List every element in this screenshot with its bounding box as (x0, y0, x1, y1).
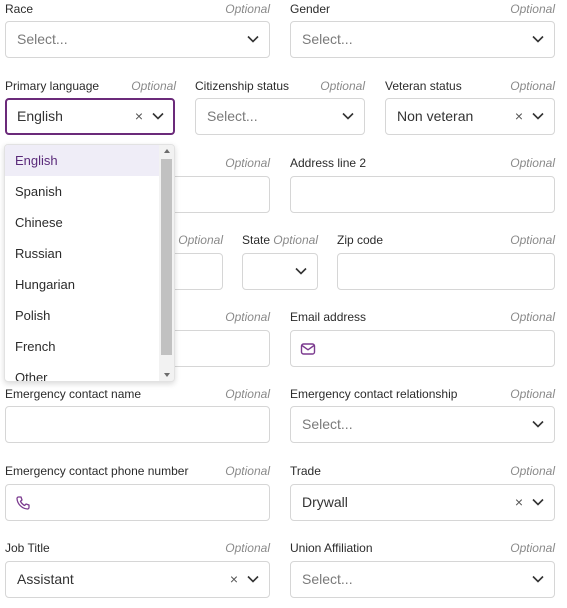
address2-label: Address line 2 (290, 156, 367, 170)
citizenship-select[interactable]: Select... (195, 98, 365, 135)
primary-language-value: English (17, 108, 63, 124)
gender-label: Gender (290, 2, 331, 16)
language-option[interactable]: Other (5, 362, 160, 381)
phone-icon (16, 496, 30, 510)
chevron-down-icon (532, 35, 544, 43)
trade-optional: Optional (510, 464, 555, 478)
email-input[interactable] (290, 330, 555, 367)
race-placeholder: Select... (17, 31, 68, 47)
em-name-optional: Optional (225, 387, 270, 401)
em-name-input[interactable] (5, 406, 270, 443)
job-title-optional: Optional (225, 541, 270, 555)
em-rel-optional: Optional (510, 387, 555, 401)
race-select[interactable]: Select... (5, 21, 270, 58)
citizenship-optional: Optional (320, 79, 365, 93)
job-title-label: Job Title (5, 541, 50, 555)
trade-value: Drywall (302, 494, 348, 510)
citizenship-placeholder: Select... (207, 108, 258, 124)
race-optional: Optional (225, 2, 270, 16)
chevron-down-icon (342, 112, 354, 120)
clear-icon[interactable]: × (230, 562, 238, 597)
chevron-down-icon[interactable] (152, 112, 164, 120)
chevron-down-icon (532, 498, 544, 506)
language-option[interactable]: Hungarian (5, 269, 160, 300)
em-rel-select[interactable]: Select... (290, 406, 555, 443)
trade-select[interactable]: Drywall × (290, 484, 555, 521)
veteran-select[interactable]: Non veteran × (385, 98, 555, 135)
state-optional: Optional (273, 233, 318, 247)
gender-optional: Optional (510, 2, 555, 16)
scrollbar-thumb[interactable] (161, 159, 172, 355)
chevron-down-icon (247, 575, 259, 583)
primary-language-optional: Optional (131, 79, 176, 93)
chevron-down-icon (532, 575, 544, 583)
job-title-value: Assistant (17, 571, 74, 587)
language-option[interactable]: English (5, 145, 160, 176)
email-optional: Optional (510, 310, 555, 324)
union-placeholder: Select... (302, 571, 353, 587)
race-label: Race (5, 2, 34, 16)
citizenship-label: Citizenship status (195, 79, 290, 93)
dropdown-scrollbar[interactable] (159, 145, 174, 381)
state-select[interactable] (242, 253, 318, 290)
em-phone-optional: Optional (225, 464, 270, 478)
language-option[interactable]: Polish (5, 300, 160, 331)
union-label: Union Affiliation (290, 541, 373, 555)
em-rel-label: Emergency contact relationship (290, 387, 458, 401)
language-option[interactable]: Russian (5, 238, 160, 269)
clear-icon[interactable]: × (515, 99, 523, 134)
chevron-down-icon (247, 35, 259, 43)
phone-optional: Optional (225, 310, 270, 324)
gender-select[interactable]: Select... (290, 21, 555, 58)
scroll-up-arrow-icon[interactable] (164, 149, 170, 153)
state-label: State (242, 233, 271, 247)
chevron-down-icon (295, 267, 307, 275)
email-label: Email address (290, 310, 367, 324)
language-option[interactable]: Chinese (5, 207, 160, 238)
chevron-down-icon (532, 420, 544, 428)
job-title-select[interactable]: Assistant × (5, 561, 270, 598)
clear-icon[interactable]: × (135, 100, 143, 133)
city-optional: Optional (178, 233, 223, 247)
envelope-icon (300, 343, 316, 355)
em-rel-placeholder: Select... (302, 416, 353, 432)
zip-label: Zip code (337, 233, 384, 247)
trade-label: Trade (290, 464, 321, 478)
language-dropdown-menu[interactable]: English Spanish Chinese Russian Hungaria… (4, 144, 175, 382)
address2-optional: Optional (510, 156, 555, 170)
em-phone-label: Emergency contact phone number (5, 464, 189, 478)
chevron-down-icon (532, 112, 544, 120)
address2-input[interactable] (290, 176, 555, 213)
primary-language-label: Primary language (5, 79, 100, 93)
clear-icon[interactable]: × (515, 485, 523, 520)
union-optional: Optional (510, 541, 555, 555)
scroll-down-arrow-icon[interactable] (164, 373, 170, 377)
union-select[interactable]: Select... (290, 561, 555, 598)
primary-language-select[interactable]: English × (5, 98, 175, 135)
veteran-optional: Optional (510, 79, 555, 93)
veteran-value: Non veteran (397, 108, 474, 124)
em-name-label: Emergency contact name (5, 387, 142, 401)
language-option[interactable]: Spanish (5, 176, 160, 207)
address1-optional: Optional (225, 156, 270, 170)
zip-optional: Optional (510, 233, 555, 247)
em-phone-input[interactable] (5, 484, 270, 521)
gender-placeholder: Select... (302, 31, 353, 47)
language-option[interactable]: French (5, 331, 160, 362)
veteran-label: Veteran status (385, 79, 462, 93)
zip-input[interactable] (337, 253, 555, 290)
